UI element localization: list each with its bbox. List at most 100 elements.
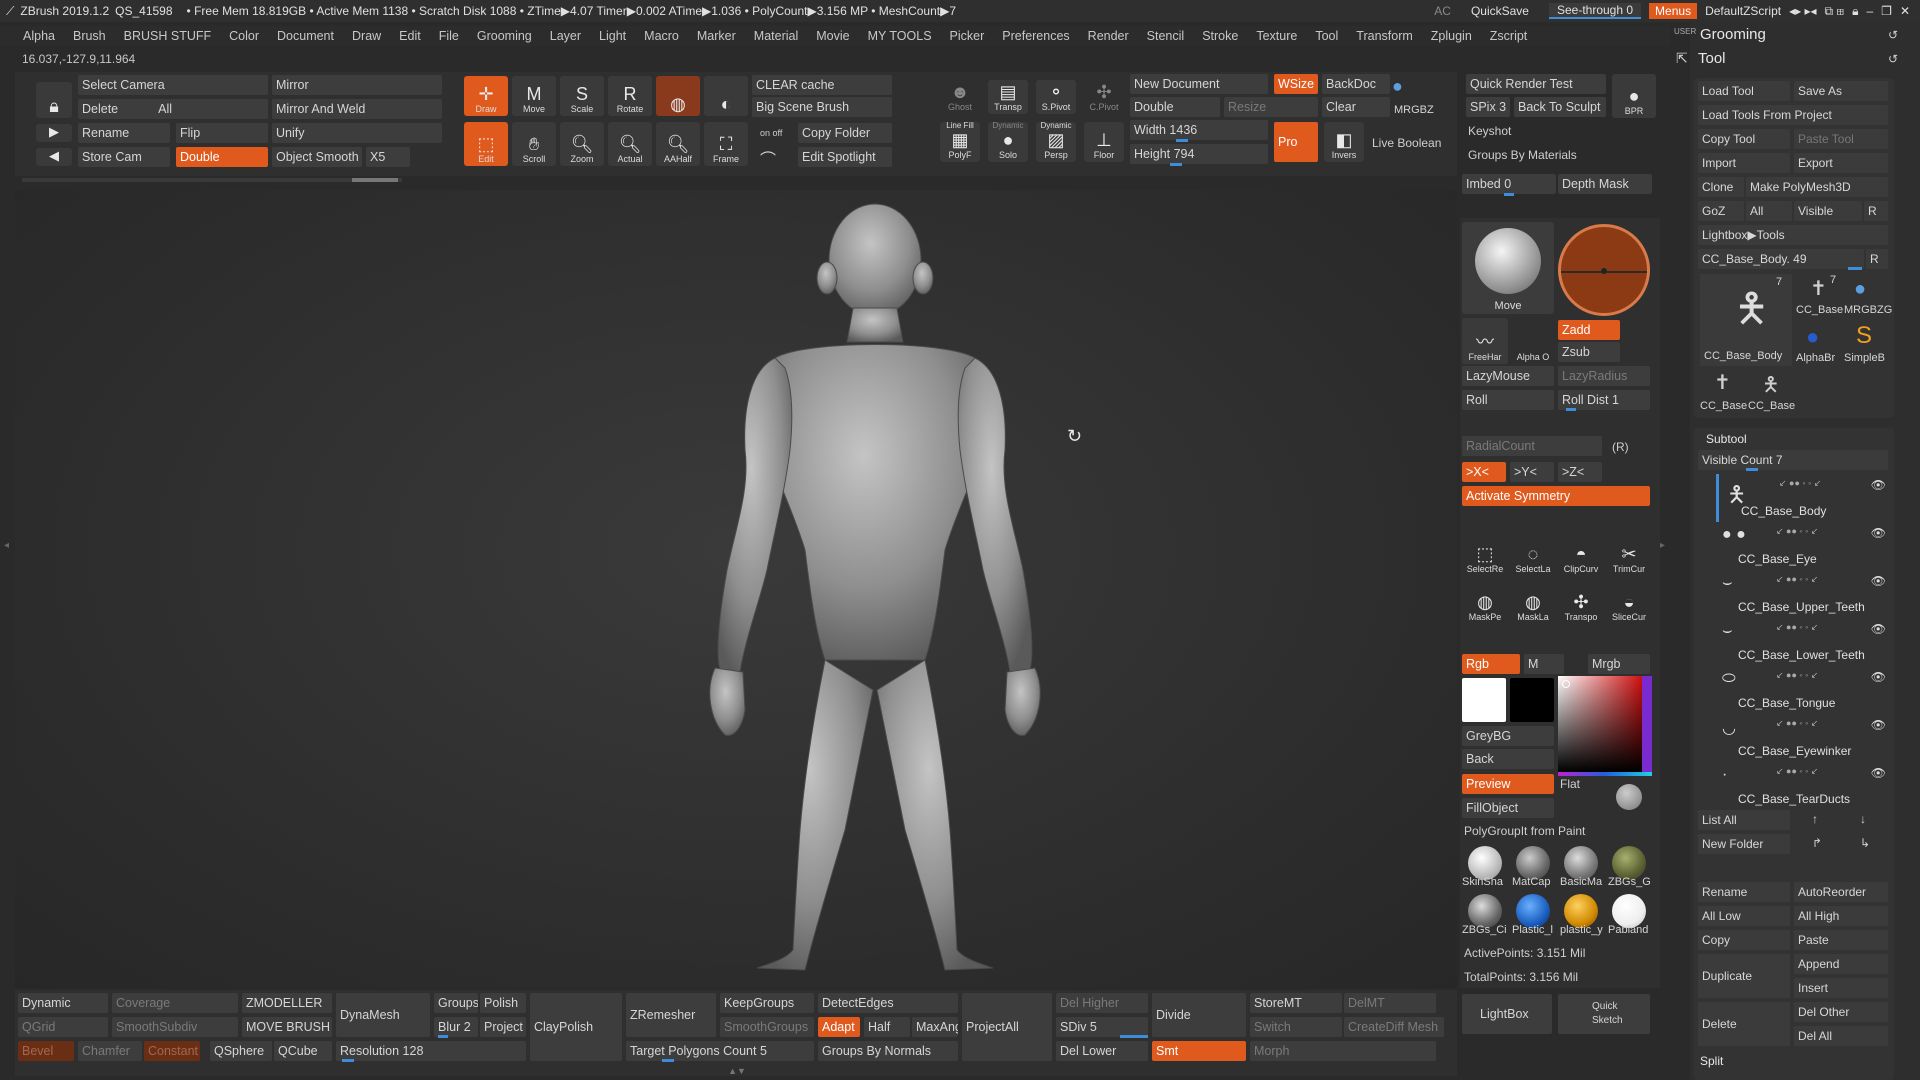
maxang-slider[interactable]: MaxAng — [912, 1017, 958, 1037]
spix-slider[interactable]: SPix 3 — [1466, 97, 1510, 117]
menu-transform[interactable]: Transform — [1347, 29, 1422, 43]
color-picker[interactable] — [1558, 676, 1652, 772]
zoom-button[interactable]: 🔍︎ Zoom — [560, 122, 604, 166]
menu-material[interactable]: Material — [745, 29, 807, 43]
slice-curve-brush[interactable]: ◒ SliceCur — [1606, 578, 1652, 624]
unify-button[interactable]: Unify — [272, 123, 442, 143]
delete-subtool-button[interactable]: Delete — [1698, 1002, 1790, 1046]
symmetry-z-toggle[interactable]: >Z< — [1558, 462, 1602, 482]
tool-thumb-alphabrush[interactable]: ● AlphaBr — [1796, 322, 1842, 368]
del-all-button[interactable]: Del All — [1794, 1026, 1888, 1046]
tool-refresh-icon[interactable]: ↺ — [1888, 52, 1898, 66]
draw-tool-button[interactable]: ✛ Draw — [464, 76, 508, 116]
menu-brush-stuff[interactable]: BRUSH STUFF — [115, 29, 221, 43]
default-zscript-button[interactable]: DefaultZScript — [1705, 4, 1781, 18]
polygroupit-from-paint-button[interactable]: PolyGroupIt from Paint — [1464, 824, 1585, 838]
del-other-button[interactable]: Del Other — [1794, 1002, 1888, 1022]
see-through-slider[interactable]: See-through 0 — [1548, 3, 1642, 19]
rename-subtool-button[interactable]: Rename — [1698, 882, 1790, 902]
creatediff-mesh-button[interactable]: CreateDiff Mesh — [1344, 1017, 1444, 1037]
duplicate-button[interactable]: Duplicate — [1698, 954, 1790, 998]
menu-light[interactable]: Light — [590, 29, 635, 43]
lock-icon[interactable]: 🔒︎ — [1852, 4, 1858, 19]
greybg-button[interactable]: GreyBG — [1462, 726, 1554, 746]
double-toggle[interactable]: Double — [176, 147, 268, 167]
object-smooth-button[interactable]: Object Smooth — [272, 147, 362, 167]
groups-toggle[interactable]: Groups — [434, 993, 478, 1013]
pro-button[interactable]: Pro — [1274, 122, 1318, 162]
select-rect-brush[interactable]: ⬚ SelectRe — [1462, 530, 1508, 576]
groups-by-materials-button[interactable]: Groups By Materials — [1468, 148, 1577, 162]
right-tray-grip-icon[interactable]: ▸ — [1660, 540, 1665, 551]
insert-button[interactable]: Insert — [1794, 978, 1888, 998]
dynamic-toggle[interactable]: Dynamic — [18, 993, 108, 1013]
matcap-material[interactable] — [1516, 846, 1550, 880]
backdoc-button[interactable]: BackDoc — [1322, 74, 1390, 94]
resize-button[interactable]: Resize — [1224, 97, 1318, 117]
brush-preview-icon[interactable]: ◍ — [656, 76, 700, 116]
clear-button[interactable]: Clear — [1322, 97, 1390, 117]
subtool-row[interactable]: 🯅 ↙ ●● ◦ ◦ ↙ 👁︎ CC_Base_Body — [1716, 474, 1886, 522]
subtool-header[interactable]: Subtool — [1706, 432, 1747, 446]
subtool-row[interactable]: ⬭ ↙ ●● ◦ ◦ ↙ 👁︎ CC_Base_Tongue — [1716, 666, 1886, 714]
subtool-visibility-eye-icon[interactable]: 👁︎ — [1871, 718, 1886, 732]
hue-strip[interactable] — [1558, 772, 1652, 776]
back-to-sculpt-button[interactable]: Back To Sculpt — [1514, 97, 1606, 117]
copy-subtool-button[interactable]: Copy — [1698, 930, 1790, 950]
subtool-toggle-dots[interactable]: ↙ ●● ◦ ◦ ↙ — [1779, 478, 1849, 488]
close-icon[interactable]: ✕ — [1900, 4, 1910, 18]
make-polymesh3d-button[interactable]: Make PolyMesh3D — [1746, 177, 1888, 197]
radial-count-slider[interactable]: RadialCount — [1462, 436, 1602, 456]
actual-button[interactable]: 🔍︎ Actual — [608, 122, 652, 166]
basic-material[interactable] — [1564, 846, 1598, 880]
import-button[interactable]: Import — [1698, 153, 1790, 173]
play-icon[interactable]: ▶ — [36, 124, 72, 142]
on-off-switch[interactable]: on off — [760, 128, 782, 138]
invers-button[interactable]: ◧ Invers — [1324, 122, 1364, 162]
subtool-visibility-eye-icon[interactable]: 👁︎ — [1871, 574, 1886, 588]
mirror-and-weld-button[interactable]: Mirror And Weld — [272, 99, 442, 119]
transpose-brush[interactable]: ✣ Transpo — [1558, 578, 1604, 624]
del-lower-button[interactable]: Del Lower — [1056, 1041, 1148, 1061]
height-slider[interactable]: Height 794 — [1130, 144, 1268, 164]
menu-grooming[interactable]: Grooming — [468, 29, 541, 43]
load-tool-button[interactable]: Load Tool — [1698, 81, 1790, 101]
scroll-button[interactable]: ✋︎ Scroll — [512, 122, 556, 166]
export-button[interactable]: Export — [1794, 153, 1888, 173]
c-pivot-button[interactable]: ✣ C.Pivot — [1084, 80, 1124, 114]
resolution-slider[interactable]: Resolution 128 — [336, 1041, 526, 1061]
flat-toggle[interactable]: Flat — [1560, 777, 1580, 791]
lightbox-button[interactable]: LightBox — [1462, 994, 1552, 1034]
secondary-color-swatch[interactable] — [1510, 678, 1554, 722]
morph-slider[interactable]: Morph — [1250, 1041, 1436, 1061]
coverage-slider[interactable]: Coverage — [112, 993, 238, 1013]
skinshade-material[interactable] — [1468, 846, 1502, 880]
flip-button[interactable]: Flip — [176, 123, 268, 143]
split-section-header[interactable]: Split — [1700, 1054, 1723, 1068]
zadd-toggle[interactable]: Zadd — [1558, 320, 1620, 340]
tool-thumb-base-2[interactable]: ✝ CC_Base — [1700, 368, 1747, 414]
subtool-row[interactable]: ⌣ ↙ ●● ◦ ◦ ↙ 👁︎ CC_Base_Upper_Teeth — [1716, 570, 1886, 618]
move-brush-button[interactable]: MOVE BRUSH — [242, 1017, 332, 1037]
current-tool-r-button[interactable]: R — [1866, 249, 1888, 269]
current-tool-slider[interactable]: CC_Base_Body. 49 — [1698, 249, 1864, 269]
edit-tool-button[interactable]: ⬚ Edit — [464, 122, 508, 166]
shelf-scrollbar[interactable] — [22, 178, 402, 182]
move-brush-thumb[interactable]: Move — [1462, 222, 1554, 314]
menu-preferences[interactable]: Preferences — [993, 29, 1078, 43]
mirror-button[interactable]: Mirror — [272, 75, 442, 95]
floor-toggle[interactable]: ⊥ Floor — [1084, 122, 1124, 162]
divide-button[interactable]: Divide — [1152, 993, 1246, 1037]
tool-thumb-simplebrush[interactable]: S SimpleB — [1844, 322, 1890, 368]
tool-palette-title[interactable]: Tool — [1698, 50, 1726, 67]
zsub-toggle[interactable]: Zsub — [1558, 342, 1620, 362]
plastic-l-material[interactable] — [1516, 894, 1550, 928]
bevel-toggle[interactable]: Bevel — [18, 1041, 74, 1061]
goz-all-button[interactable]: All — [1746, 201, 1792, 221]
switch-button[interactable]: Switch — [1250, 1017, 1342, 1037]
storemt-button[interactable]: StoreMT — [1250, 993, 1342, 1013]
lightbox-tools-button[interactable]: Lightbox▶Tools — [1698, 225, 1888, 245]
main-color-swatch[interactable] — [1462, 678, 1506, 722]
delmt-button[interactable]: DelMT — [1344, 993, 1436, 1013]
folder-in-icon[interactable]: ↳ — [1860, 836, 1870, 850]
